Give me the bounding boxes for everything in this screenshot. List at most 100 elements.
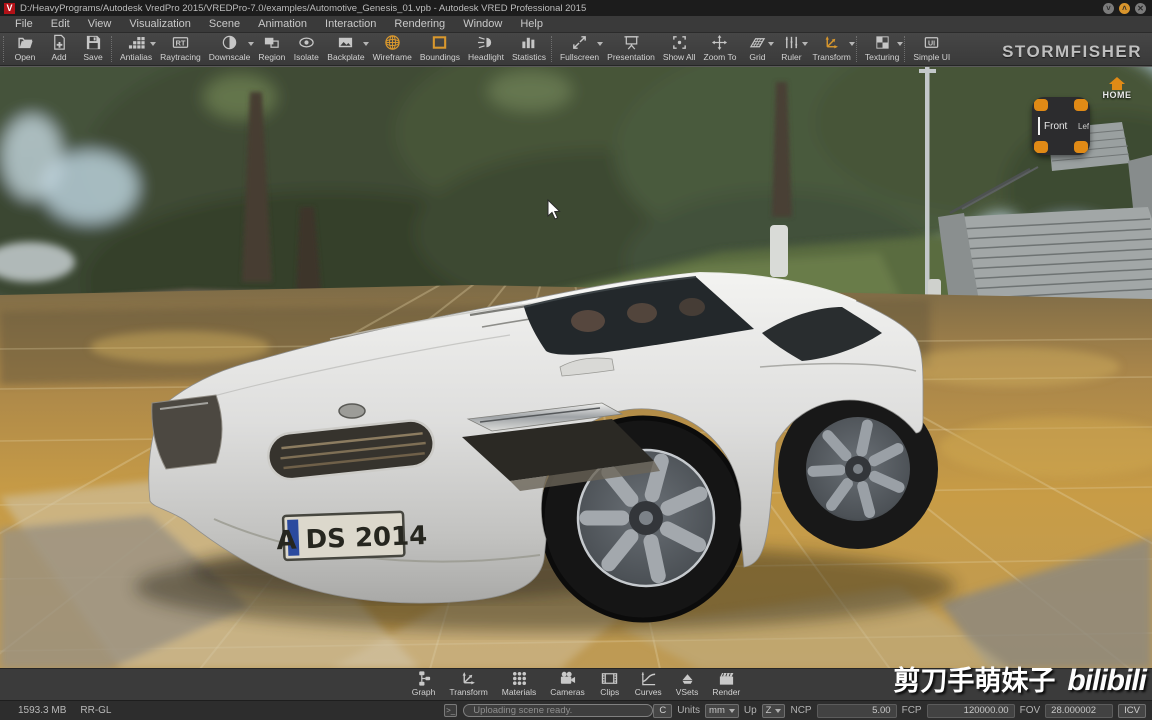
navigation-cube[interactable]: Front Left <box>1032 93 1092 159</box>
chevron-down-icon[interactable] <box>848 42 855 46</box>
downscale-button[interactable]: Downscale <box>205 33 255 65</box>
memory-usage: 1593.3 MB <box>18 705 67 716</box>
ncp-field[interactable]: 5.00 <box>816 703 897 718</box>
isolate-button[interactable]: Isolate <box>289 33 323 65</box>
chevron-down-icon <box>728 708 735 713</box>
scene-render: A DS 2014 <box>0 67 1152 668</box>
raytracing-button[interactable]: RT Raytracing <box>156 33 205 65</box>
menu-help[interactable]: Help <box>511 16 552 32</box>
transform-button[interactable]: Transform <box>808 33 855 65</box>
fcp-label: FCP <box>901 705 922 716</box>
renderer-mode: RR-GL <box>80 705 112 716</box>
graph-button[interactable]: Graph <box>407 669 441 700</box>
render-button[interactable]: Render <box>707 669 745 700</box>
status-bar: 1593.3 MB RR-GL >_ Uploading scene ready… <box>0 700 1152 720</box>
materials-button[interactable]: Materials <box>497 669 541 700</box>
chevron-down-icon <box>775 708 782 713</box>
menu-edit[interactable]: Edit <box>42 16 79 32</box>
vred-window: V D:/HeavyPrograms/Autodesk VredPro 2015… <box>0 0 1152 720</box>
simple-ui-icon: UI <box>923 34 940 51</box>
menu-view[interactable]: View <box>79 16 121 32</box>
toolbar-separator <box>855 36 860 62</box>
antialias-icon <box>128 34 145 51</box>
menu-rendering[interactable]: Rendering <box>385 16 454 32</box>
toolbar-separator <box>550 36 555 62</box>
navcube-corner[interactable] <box>1034 141 1048 153</box>
boundings-button[interactable]: Boundings <box>416 33 464 65</box>
main-toolbar: Open Add Save Antialias RT Raytracing Do… <box>0 33 1152 66</box>
home-icon <box>1109 77 1125 90</box>
zoom-to-button[interactable]: Zoom To <box>700 33 741 65</box>
maximize-button[interactable]: ˄ <box>1119 2 1130 14</box>
transform-module-button[interactable]: Transform <box>444 669 492 700</box>
graph-icon <box>415 670 432 687</box>
camera-c-button[interactable]: C <box>653 703 673 718</box>
wireframe-button[interactable]: Wireframe <box>369 33 416 65</box>
up-axis-select[interactable]: Z <box>761 703 786 718</box>
materials-icon <box>511 670 528 687</box>
presentation-button[interactable]: Presentation <box>603 33 659 65</box>
console-icon[interactable]: >_ <box>444 704 458 717</box>
vred-logo-icon: V <box>4 2 15 14</box>
chevron-down-icon[interactable] <box>897 42 904 46</box>
units-label: Units <box>677 705 701 716</box>
save-button[interactable]: Save <box>76 33 110 65</box>
fullscreen-icon <box>571 34 588 51</box>
curves-icon <box>640 670 657 687</box>
texturing-icon <box>874 34 891 51</box>
up-axis-label: Up <box>743 705 757 716</box>
open-button[interactable]: Open <box>8 33 42 65</box>
curves-button[interactable]: Curves <box>630 669 667 700</box>
ruler-icon <box>783 34 800 51</box>
menu-interaction[interactable]: Interaction <box>316 16 385 32</box>
svg-text:A DS 2014: A DS 2014 <box>276 521 428 556</box>
navcube-front-face[interactable]: Front <box>1038 114 1076 138</box>
minimize-button[interactable]: ˅ <box>1103 2 1114 14</box>
fov-field[interactable]: 28.000002 <box>1045 703 1114 718</box>
close-button[interactable]: ✕ <box>1135 2 1146 14</box>
show-all-button[interactable]: Show All <box>659 33 700 65</box>
headlight-button[interactable]: Headlight <box>464 33 508 65</box>
cameras-button[interactable]: Cameras <box>545 669 589 700</box>
fullscreen-button[interactable]: Fullscreen <box>556 33 604 65</box>
render-viewport[interactable]: A DS 2014 Front Left <box>0 66 1152 668</box>
statistics-button[interactable]: Statistics <box>508 33 550 65</box>
navcube-corner[interactable] <box>1074 141 1088 153</box>
toolbar-separator <box>3 36 7 62</box>
antialias-button[interactable]: Antialias <box>116 33 157 65</box>
wireframe-icon <box>384 34 401 51</box>
menu-visualization[interactable]: Visualization <box>120 16 200 32</box>
module-dock: Graph Transform Materials Cameras Clips … <box>0 668 1152 700</box>
grid-icon <box>749 34 766 51</box>
fcp-field[interactable]: 120000.00 <box>926 703 1015 718</box>
units-select[interactable]: mm <box>705 703 739 718</box>
transform-icon <box>823 34 840 51</box>
icv-button[interactable]: ICV <box>1118 703 1146 718</box>
menu-animation[interactable]: Animation <box>249 16 316 32</box>
menu-window[interactable]: Window <box>454 16 511 32</box>
grid-button[interactable]: Grid <box>740 33 775 65</box>
navcube-corner[interactable] <box>1034 99 1048 111</box>
region-icon <box>263 34 280 51</box>
clips-icon <box>601 670 618 687</box>
add-button[interactable]: Add <box>42 33 76 65</box>
boundings-icon <box>431 34 448 51</box>
show-all-icon <box>671 34 688 51</box>
backplate-button[interactable]: Backplate <box>323 33 369 65</box>
clips-button[interactable]: Clips <box>594 669 626 700</box>
menu-scene[interactable]: Scene <box>200 16 249 32</box>
title-bar: V D:/HeavyPrograms/Autodesk VredPro 2015… <box>0 0 1152 16</box>
simple-ui-button[interactable]: UI Simple UI <box>909 33 954 65</box>
isolate-icon <box>298 34 315 51</box>
folder-open-icon <box>17 34 34 51</box>
navcube-corner[interactable] <box>1074 99 1088 111</box>
region-button[interactable]: Region <box>254 33 289 65</box>
navcube-body[interactable]: Front Left <box>1032 97 1090 155</box>
menu-file[interactable]: File <box>6 16 42 32</box>
navcube-left-face[interactable]: Left <box>1076 115 1089 137</box>
vsets-button[interactable]: VSets <box>671 669 704 700</box>
ruler-button[interactable]: Ruler <box>774 33 809 65</box>
home-view-button[interactable]: HOME <box>1094 77 1140 100</box>
texturing-button[interactable]: Texturing <box>861 33 904 65</box>
svg-text:UI: UI <box>928 39 935 47</box>
